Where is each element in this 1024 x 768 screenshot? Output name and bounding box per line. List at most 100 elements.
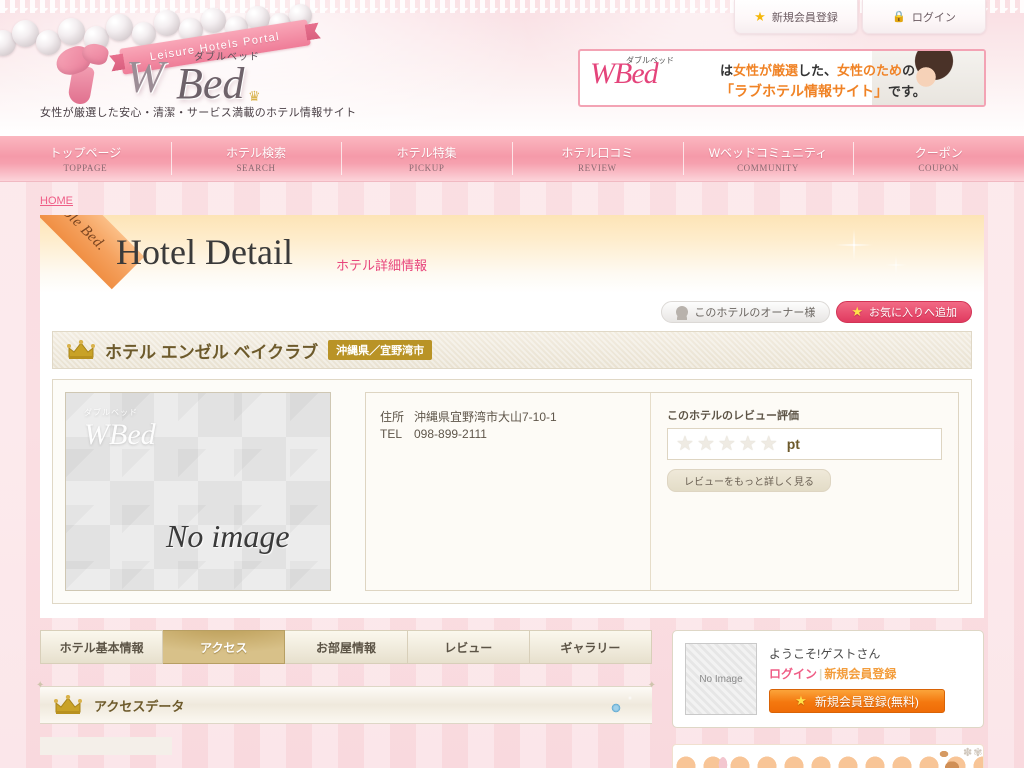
person-icon	[676, 306, 689, 320]
guest-welcome-message: ようこそ!ゲストさん	[769, 647, 881, 661]
hotel-detail-panel: ダブルベッド WBed No image 住所 沖縄県宜野湾市大山7-10-1 T…	[52, 379, 972, 604]
nav-label-en: PICKUP	[408, 163, 445, 173]
signup-label: 新規会員登録	[771, 11, 838, 24]
detail-tabs: ホテル基本情報 アクセス お部屋情報 レビュー ギャラリー	[40, 630, 653, 664]
tel-label: TEL	[380, 427, 403, 441]
main-container: Double Bed. Hotel Detail ホテル詳細情報 このホテルのオ…	[40, 215, 984, 618]
nav-item-review[interactable]: ホテル口コミ REVIEW	[512, 136, 683, 181]
login-label: ログイン	[911, 11, 956, 24]
tel-row: TEL 098-899-2111	[380, 426, 650, 443]
page-root: Leisure Hotels Portal ダブルベッド W Bed ♛ 女性が…	[0, 0, 1024, 768]
hotel-info-box: 住所 沖縄県宜野湾市大山7-10-1 TEL 098-899-2111 このホテルの…	[365, 392, 959, 591]
nav-label-ja: ホテル検索	[226, 146, 287, 160]
crown-icon: ♛	[248, 88, 261, 104]
hotel-name-bar: ホテル エンゼル ベイクラブ 沖縄県／宜野湾市	[52, 331, 972, 369]
watermark-bed: Bed	[109, 418, 156, 451]
nav-label-en: COUPON	[918, 163, 959, 173]
corner-ribbon-text: Double Bed.	[41, 215, 110, 254]
star-icon: ★	[759, 433, 778, 455]
nav-item-community[interactable]: Wベッドコミュニティ COMMUNITY	[682, 136, 854, 181]
logo-w: W	[126, 51, 165, 102]
nav-label-ja: ホテル口コミ	[561, 146, 634, 160]
bow-icon	[52, 41, 126, 106]
sparkle-decoration	[814, 219, 924, 289]
lock-icon: 🔒	[892, 11, 906, 23]
rating-unit: pt	[786, 436, 800, 452]
promo-banner[interactable]: ダブルベッド WBed は女性が厳選した、女性のための 「ラブホテル情報サイト」…	[578, 49, 986, 107]
review-section-title: このホテルのレビュー評価	[667, 410, 799, 422]
add-favorite-button[interactable]: ★ お気に入りへ追加	[836, 301, 972, 323]
promo-line-1: は女性が厳選した、女性のための	[720, 63, 916, 78]
nav-label-ja: トップページ	[49, 146, 122, 160]
register-free-button[interactable]: ★ 新規会員登録(無料)	[769, 689, 945, 713]
page-title: Hotel Detail	[116, 232, 293, 272]
logo-bed: Bed	[176, 59, 245, 108]
leaf-decoration	[713, 751, 733, 768]
link-separator: |	[819, 667, 823, 681]
review-column: このホテルのレビュー評価 ★ ★ ★ ★ ★ pt レビューをもっと詳しく見る	[651, 393, 958, 590]
breadcrumb: HOME	[0, 182, 1024, 215]
nav-item-coupon[interactable]: クーポン COUPON	[853, 136, 1024, 181]
address-row: 住所 沖縄県宜野湾市大山7-10-1	[380, 409, 650, 426]
detail-content: このホテルのオーナー様 ★ お気に入りへ追加 ホテル エンゼル ベイクラブ 沖縄…	[40, 293, 984, 618]
nav-label-en: COMMUNITY	[737, 163, 799, 173]
left-column: ホテル基本情報 アクセス お部屋情報 レビュー ギャラリー アクセスデータ	[36, 630, 656, 768]
guest-text-block: ようこそ!ゲストさん ログイン | 新規会員登録 ★ 新規会員登録(無料)	[769, 643, 945, 715]
tab-review[interactable]: レビュー	[407, 630, 530, 664]
star-icon: ★	[795, 693, 807, 708]
address-column: 住所 沖縄県宜野湾市大山7-10-1 TEL 098-899-2111	[366, 393, 651, 590]
address-value: 沖縄県宜野湾市大山7-10-1	[414, 410, 557, 424]
access-data-section-header: アクセスデータ	[36, 680, 656, 724]
no-image-text: No image	[166, 518, 290, 554]
register-free-label: 新規会員登録(無料)	[814, 694, 919, 709]
watermark-w: W	[84, 418, 109, 451]
page-subtitle: ホテル詳細情報	[336, 258, 428, 273]
breadcrumb-home-link[interactable]: HOME	[40, 195, 73, 207]
hotel-name: ホテル エンゼル ベイクラブ	[105, 342, 319, 362]
signup-button[interactable]: ★ 新規会員登録	[734, 0, 858, 34]
guest-welcome-box: No Image ようこそ!ゲストさん ログイン | 新規会員登録 ★ 新規会員登録…	[672, 630, 984, 728]
owner-button-label: このホテルのオーナー様	[694, 307, 816, 319]
star-icon: ★	[754, 8, 766, 24]
site-tagline: 女性が厳選した安心・清潔・サービス満載のホテル情報サイト	[40, 107, 357, 119]
guest-avatar: No Image	[685, 643, 757, 715]
nav-label-en: REVIEW	[578, 163, 617, 173]
nav-label-en: SEARCH	[236, 163, 276, 173]
nav-item-search[interactable]: ホテル検索 SEARCH	[170, 136, 342, 181]
access-data-table-row	[40, 737, 172, 755]
nav-item-pickup[interactable]: ホテル特集 PICKUP	[341, 136, 512, 181]
right-sidebar: No Image ようこそ!ゲストさん ログイン | 新規会員登録 ★ 新規会員登録…	[672, 630, 984, 768]
star-icon: ★	[676, 433, 694, 455]
nav-item-toppage[interactable]: トップページ TOPPAGE	[0, 136, 171, 181]
tab-rooms[interactable]: お部屋情報	[285, 630, 408, 664]
nav-label-en: TOPPAGE	[63, 163, 108, 173]
tab-gallery[interactable]: ギャラリー	[529, 630, 653, 664]
address-label: 住所	[380, 410, 405, 424]
add-favorite-label: お気に入りへ追加	[869, 307, 957, 319]
guest-register-link[interactable]: 新規会員登録	[824, 667, 896, 681]
login-button[interactable]: 🔒 ログイン	[862, 0, 986, 34]
owner-button[interactable]: このホテルのオーナー様	[661, 301, 831, 323]
tab-access[interactable]: アクセス	[163, 630, 286, 664]
gem-icon	[610, 695, 636, 717]
placeholder-watermark: ダブルベッド WBed	[84, 407, 264, 467]
tab-basic-info[interactable]: ホテル基本情報	[40, 630, 164, 664]
nav-label-ja: ホテル特集	[396, 146, 457, 160]
promo-logo: WBed	[590, 57, 659, 90]
page-title-banner: Double Bed. Hotel Detail ホテル詳細情報	[40, 215, 984, 293]
hotel-location-badge: 沖縄県／宜野湾市	[328, 340, 433, 360]
lower-section: ホテル基本情報 アクセス お部屋情報 レビュー ギャラリー アクセスデータ	[36, 630, 984, 768]
star-icon: ★	[696, 433, 715, 455]
hotel-image-placeholder: ダブルベッド WBed No image	[65, 392, 331, 591]
guest-login-link[interactable]: ログイン	[769, 667, 817, 681]
review-rating-display: ★ ★ ★ ★ ★ pt	[667, 428, 942, 460]
star-icon: ★	[851, 304, 863, 319]
promo-line-2: 「ラブホテル情報サイト」です。	[720, 83, 926, 99]
guest-avatar-label: No Image	[699, 673, 743, 685]
section-title: アクセスデータ	[94, 698, 185, 714]
site-header: Leisure Hotels Portal ダブルベッド W Bed ♛ 女性が…	[0, 0, 1024, 136]
view-more-reviews-button[interactable]: レビューをもっと詳しく見る	[667, 469, 831, 492]
guest-auth-links: ログイン | 新規会員登録	[769, 665, 945, 682]
crown-icon	[67, 340, 95, 360]
auth-buttons: ★ 新規会員登録 🔒 ログイン	[734, 0, 986, 34]
